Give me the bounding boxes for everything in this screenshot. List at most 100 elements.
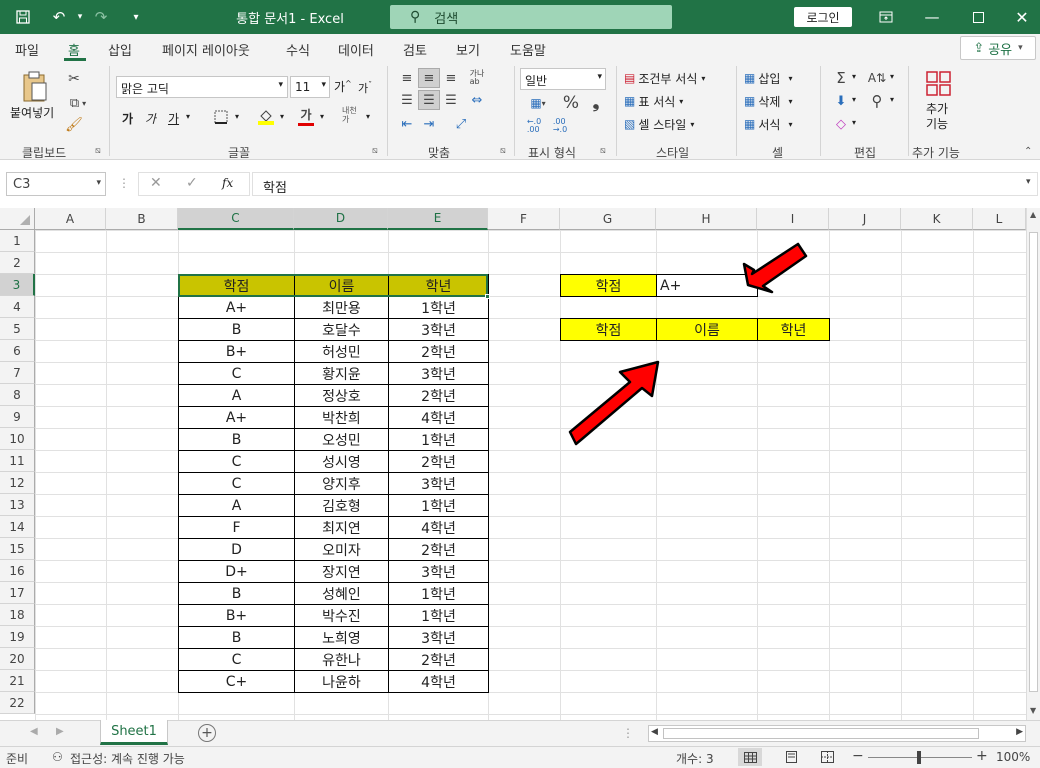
table-cell[interactable]: 4학년: [388, 670, 489, 693]
table-cell[interactable]: B: [178, 318, 295, 341]
table-cell[interactable]: 오성민: [294, 428, 389, 451]
conditional-format-button[interactable]: ▤ 조건부 서식 ▾: [624, 68, 705, 88]
name-box[interactable]: C3 ▾: [6, 172, 106, 196]
tab-help[interactable]: 도움말: [510, 40, 546, 59]
column-header-g[interactable]: G: [560, 208, 656, 230]
table-cell[interactable]: 성혜인: [294, 582, 389, 605]
chevron-down-icon[interactable]: ▾: [890, 72, 894, 81]
column-header-a[interactable]: A: [35, 208, 106, 230]
alignment-launcher-icon[interactable]: ⧅: [500, 146, 506, 156]
row-header-7[interactable]: 7: [0, 362, 35, 384]
select-all-corner[interactable]: [0, 208, 35, 230]
row-header-15[interactable]: 15: [0, 538, 35, 560]
column-header-e[interactable]: E: [388, 208, 488, 230]
table-cell[interactable]: 최지연: [294, 516, 389, 539]
clipboard-launcher-icon[interactable]: ⧅: [95, 146, 101, 156]
enter-icon[interactable]: ✓: [186, 175, 198, 191]
bold-icon[interactable]: 가: [122, 110, 133, 127]
table-cell[interactable]: 황지윤: [294, 362, 389, 385]
sort-filter-icon[interactable]: A⇅: [866, 68, 888, 88]
table-cell[interactable]: 나윤하: [294, 670, 389, 693]
align-center-icon[interactable]: ☰: [418, 90, 440, 110]
addins-label[interactable]: 추가 기능: [926, 102, 948, 132]
table-cell[interactable]: 양지후: [294, 472, 389, 495]
maximize-icon[interactable]: [958, 0, 998, 34]
table-cell[interactable]: C: [178, 362, 295, 385]
align-left-icon[interactable]: ☰: [396, 90, 418, 110]
row-header-2[interactable]: 2: [0, 252, 35, 274]
row-header-13[interactable]: 13: [0, 494, 35, 516]
cancel-icon[interactable]: ✕: [150, 175, 162, 191]
align-top-icon[interactable]: ≡: [396, 68, 418, 88]
chevron-down-icon[interactable]: ▾: [852, 95, 856, 104]
accounting-format-icon[interactable]: ▦ ▾: [522, 94, 554, 112]
page-layout-view-icon[interactable]: [780, 748, 802, 766]
find-icon[interactable]: ⚲: [866, 91, 888, 111]
row-header-20[interactable]: 20: [0, 648, 35, 670]
tab-splitter[interactable]: ⋮: [622, 726, 634, 740]
row-header-8[interactable]: 8: [0, 384, 35, 406]
percent-icon[interactable]: %: [560, 92, 582, 114]
table-cell[interactable]: A+: [178, 296, 295, 319]
login-button[interactable]: 로그인: [794, 7, 852, 27]
row-header-12[interactable]: 12: [0, 472, 35, 494]
table-cell[interactable]: 2학년: [388, 648, 489, 671]
vertical-scrollbar[interactable]: ▲ ▼: [1026, 208, 1040, 720]
close-icon[interactable]: ✕: [1004, 0, 1040, 34]
scroll-right-icon[interactable]: ▶: [1016, 727, 1023, 737]
table-cell[interactable]: B+: [178, 340, 295, 363]
zoom-out-icon[interactable]: −: [852, 748, 864, 764]
table-cell[interactable]: D+: [178, 560, 295, 583]
row-header-14[interactable]: 14: [0, 516, 35, 538]
chevron-down-icon[interactable]: ▾: [890, 95, 894, 104]
copy-icon[interactable]: ⧉ ▾: [64, 94, 92, 112]
accessibility-status[interactable]: 접근성: 계속 진행 가능: [70, 750, 185, 767]
table-cell[interactable]: 노희영: [294, 626, 389, 649]
table-cell[interactable]: 박찬희: [294, 406, 389, 429]
zoom-slider-thumb[interactable]: [917, 751, 921, 764]
addins-icon[interactable]: [924, 70, 954, 98]
search-box[interactable]: ⚲ 검색: [390, 5, 672, 29]
next-sheet-icon[interactable]: ▶: [56, 726, 64, 737]
table-header-cell[interactable]: 학년: [388, 274, 489, 297]
border-icon[interactable]: [212, 108, 230, 126]
table-cell[interactable]: 1학년: [388, 604, 489, 627]
table-cell[interactable]: C+: [178, 670, 295, 693]
table-cell[interactable]: A+: [178, 406, 295, 429]
tab-view[interactable]: 보기: [456, 40, 480, 59]
tab-home[interactable]: 홈: [68, 40, 80, 59]
decrease-indent-icon[interactable]: ⇤: [396, 114, 418, 134]
merge-center-icon[interactable]: ⇔: [464, 90, 490, 110]
chevron-down-icon[interactable]: ▾: [852, 72, 856, 81]
font-size-select[interactable]: 11 ▾: [290, 76, 330, 98]
tab-insert[interactable]: 삽입: [108, 40, 132, 59]
paste-label[interactable]: 붙여넣기: [10, 104, 54, 121]
column-header-k[interactable]: K: [901, 208, 973, 230]
table-cell[interactable]: B: [178, 428, 295, 451]
orientation-icon[interactable]: ⤢: [448, 114, 474, 134]
text-direction-icon[interactable]: 가나 ab: [466, 68, 488, 88]
horizontal-scroll-thumb[interactable]: [663, 728, 979, 739]
table-cell[interactable]: 유한나: [294, 648, 389, 671]
row-header-11[interactable]: 11: [0, 450, 35, 472]
table-cell[interactable]: 김호형: [294, 494, 389, 517]
increase-font-icon[interactable]: 가^: [334, 78, 352, 95]
insert-function-icon[interactable]: fx: [222, 176, 233, 190]
tab-data[interactable]: 데이터: [338, 40, 374, 59]
table-cell[interactable]: A: [178, 384, 295, 407]
vertical-scroll-thumb[interactable]: [1029, 232, 1038, 692]
save-icon[interactable]: [8, 0, 38, 34]
table-cell[interactable]: 성시영: [294, 450, 389, 473]
chevron-down-icon[interactable]: ▾: [280, 112, 284, 121]
table-cell[interactable]: 박수진: [294, 604, 389, 627]
scroll-up-icon[interactable]: ▲: [1030, 210, 1036, 219]
table-cell[interactable]: 3학년: [388, 626, 489, 649]
insert-cells-button[interactable]: ▦ 삽입 ▾: [744, 68, 792, 88]
table-cell[interactable]: 2학년: [388, 340, 489, 363]
zoom-level[interactable]: 100%: [996, 750, 1030, 764]
undo-icon[interactable]: ↶: [44, 0, 74, 34]
cut-icon[interactable]: ✂: [66, 70, 82, 88]
underline-icon[interactable]: 가: [168, 110, 179, 127]
table-cell[interactable]: 4학년: [388, 516, 489, 539]
column-header-d[interactable]: D: [294, 208, 388, 230]
